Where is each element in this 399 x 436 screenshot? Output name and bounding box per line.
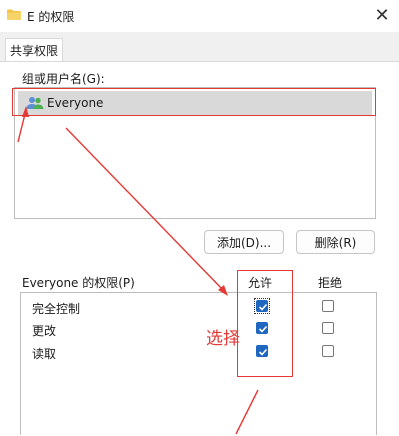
tab-label: 共享权限 xyxy=(9,44,58,58)
folder-icon xyxy=(7,9,21,20)
remove-button[interactable]: 删除(R) xyxy=(296,230,375,254)
permissions-label: Everyone 的权限(P) xyxy=(22,276,135,290)
add-button[interactable]: 添加(D)... xyxy=(204,230,284,254)
title-bar: E 的权限 ✕ xyxy=(0,0,399,32)
close-icon: ✕ xyxy=(374,4,390,26)
group-list-label: 组或用户名(G): xyxy=(22,72,105,86)
tab-strip: 共享权限 xyxy=(0,32,399,62)
deny-full-control-checkbox[interactable] xyxy=(322,300,334,312)
deny-column-header: 拒绝 xyxy=(318,276,343,290)
annotation-box-allow xyxy=(237,270,293,377)
window-title: E 的权限 xyxy=(27,10,75,24)
close-button[interactable]: ✕ xyxy=(365,0,399,30)
deny-change-checkbox[interactable] xyxy=(322,322,334,334)
permission-change: 更改 xyxy=(32,324,57,338)
annotation-text: 选择 xyxy=(206,329,240,349)
tab-share-permissions[interactable]: 共享权限 xyxy=(5,38,63,62)
permission-read: 读取 xyxy=(32,347,57,361)
annotation-box-everyone xyxy=(12,88,376,116)
permission-full-control: 完全控制 xyxy=(32,302,81,316)
deny-read-checkbox[interactable] xyxy=(322,345,334,357)
